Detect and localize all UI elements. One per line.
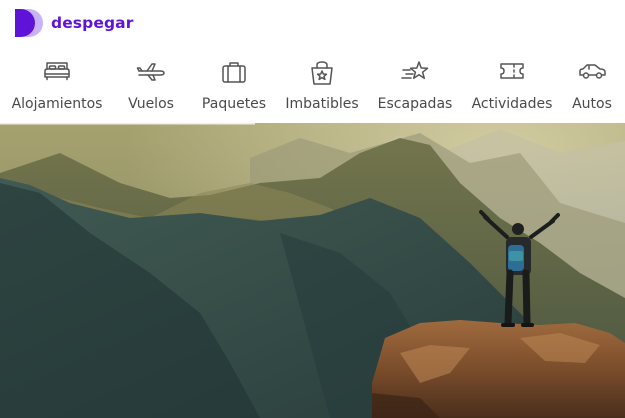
- logo-text: despegar: [51, 14, 134, 32]
- nav-label: Autos: [572, 96, 612, 112]
- nav-item-escapadas[interactable]: Escapadas: [377, 60, 453, 118]
- site-header: despegar Alojamientos Vuelos Paquetes Im…: [0, 0, 625, 123]
- suitcase-icon: [222, 62, 246, 83]
- nav-label: Imbatibles: [285, 96, 359, 112]
- nav-item-paquetes[interactable]: Paquetes: [202, 60, 266, 118]
- hero-image: [0, 123, 625, 418]
- nav-item-imbatibles[interactable]: Imbatibles: [285, 60, 359, 118]
- product-nav: Alojamientos Vuelos Paquetes Imbatibles …: [0, 60, 625, 123]
- car-icon: [579, 64, 606, 79]
- nav-item-alojamientos[interactable]: Alojamientos: [11, 60, 103, 118]
- nav-label: Actividades: [471, 96, 553, 112]
- nav-label: Paquetes: [201, 96, 267, 112]
- nav-item-actividades[interactable]: Actividades: [471, 60, 553, 118]
- airplane-icon: [136, 63, 165, 81]
- star-bag-icon: [311, 61, 333, 85]
- nav-item-autos[interactable]: Autos: [571, 60, 613, 118]
- nav-label: Alojamientos: [11, 96, 103, 112]
- nav-item-vuelos[interactable]: Vuelos: [128, 60, 174, 118]
- nav-label: Escapadas: [377, 96, 453, 112]
- nav-label: Vuelos: [128, 96, 174, 112]
- despegar-logo[interactable]: despegar: [14, 7, 133, 39]
- bed-icon: [44, 62, 70, 81]
- ticket-icon: [500, 63, 524, 79]
- shooting-star-icon: [401, 61, 429, 80]
- logo-mark-icon: [15, 9, 43, 37]
